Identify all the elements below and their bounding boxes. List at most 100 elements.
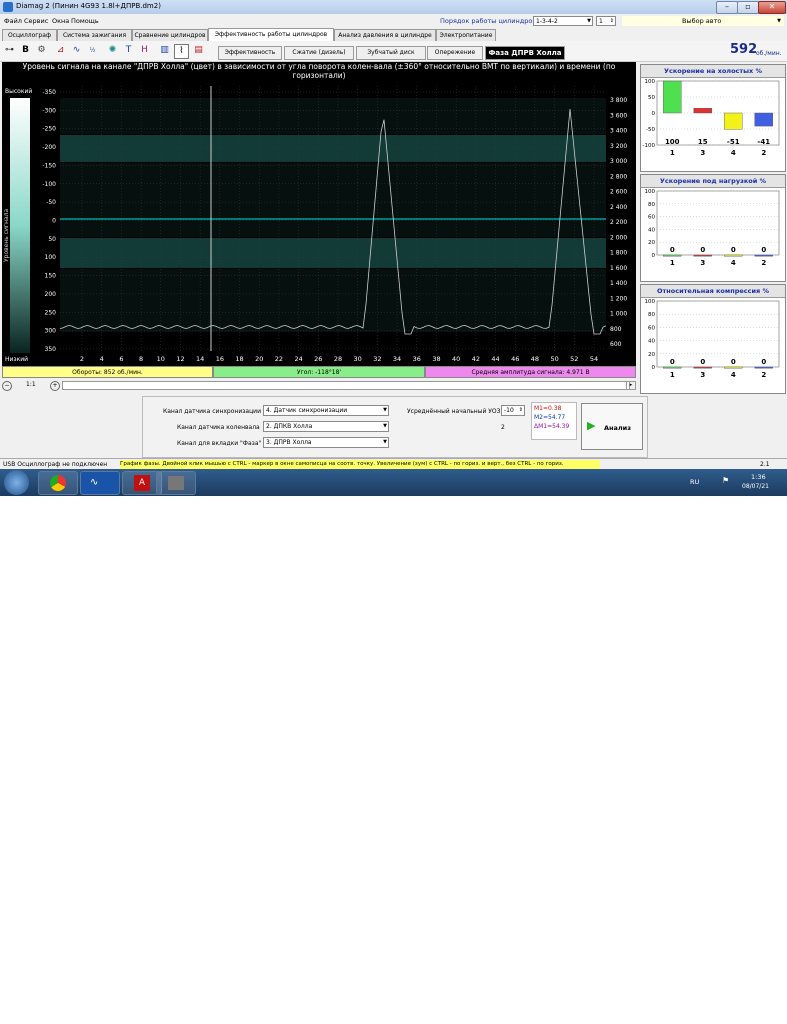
- sync-channel-select[interactable]: 4. Датчик синхронизации ▼: [263, 405, 389, 416]
- subtab-efficiency[interactable]: Эффективность: [218, 46, 282, 60]
- scroll-right-icon[interactable]: ▸: [626, 381, 636, 390]
- tab-oscilloscope[interactable]: Осциллограф: [2, 29, 57, 41]
- cylinder-spin[interactable]: 1 ⇕: [596, 16, 616, 26]
- trigger-icon[interactable]: ⊶: [3, 44, 16, 57]
- chart-icon[interactable]: ▤: [192, 44, 205, 57]
- y-left-tick: -250: [42, 126, 56, 133]
- tab-pressure-analysis[interactable]: Анализ давления в цилиндре: [334, 29, 436, 41]
- panel-y-tick: -50: [646, 127, 655, 133]
- y-right-tick: 800: [610, 326, 622, 333]
- y-left-tick: -300: [42, 107, 56, 114]
- language-indicator[interactable]: RU: [690, 478, 699, 486]
- t-icon[interactable]: T: [122, 44, 135, 57]
- cylinder-order-select[interactable]: 1-3-4-2 ▼: [533, 16, 593, 26]
- sun-icon[interactable]: ✺: [106, 44, 119, 57]
- y-right-tick: 3 600: [610, 112, 627, 119]
- explorer-icon[interactable]: [156, 471, 196, 495]
- tab-cylinder-compare[interactable]: Сравнение цилиндров: [132, 29, 208, 41]
- x-tick: 54: [590, 355, 598, 363]
- maximize-button[interactable]: ▫: [737, 1, 759, 14]
- x-tick: 8: [139, 355, 143, 363]
- cylinder-bar-value: 0: [670, 358, 675, 366]
- load-acceleration-panel: Ускорение под нагрузкой % 100 80 60 40 20 0 0 1…: [640, 174, 786, 282]
- panel-y-tick: -100: [643, 143, 656, 149]
- signal-band: [60, 238, 606, 268]
- cylinder-label: 3: [700, 259, 705, 267]
- uoz-spin[interactable]: -10 ⇕: [501, 405, 525, 416]
- cylinder-label: 4: [731, 149, 736, 157]
- panel-y-tick: 0: [652, 365, 656, 371]
- y-right-tick: 3 400: [610, 128, 627, 135]
- x-tick: 42: [472, 355, 480, 363]
- wave-icon[interactable]: ∿: [70, 44, 83, 57]
- chrome-icon[interactable]: [38, 471, 78, 495]
- menu-service[interactable]: Сервис: [24, 17, 48, 25]
- y-left-tick: -350: [42, 89, 56, 96]
- crank-channel-select[interactable]: 2. ДПКВ Холла ▼: [263, 421, 389, 432]
- tray-flag-icon[interactable]: ⚑: [722, 476, 729, 485]
- legend-axis-label: Уровень сигнала: [3, 208, 10, 262]
- angle-status: Угол: -118°18': [213, 366, 425, 378]
- subtab-compression[interactable]: Сжатие (дизель): [284, 46, 354, 60]
- panel-y-tick: 80: [648, 312, 655, 318]
- toolbar: ⊶ B ⚙ ⊿ ∿ ½ ✺ T H ▥ ⌇ ▤ Эффективность Сж…: [0, 41, 787, 62]
- clock-time: 1:36: [751, 473, 766, 481]
- cylinder-bar: [663, 80, 682, 114]
- minimize-button[interactable]: –: [716, 1, 738, 14]
- zoom-out-icon[interactable]: −: [2, 381, 12, 391]
- y-left-tick: -200: [42, 144, 56, 151]
- panel-y-tick: 60: [648, 325, 655, 331]
- panel-y-tick: 0: [652, 253, 656, 259]
- graph-icon[interactable]: ⊿: [54, 44, 67, 57]
- subtab-toothed-disk[interactable]: Зубчатый диск: [356, 46, 426, 60]
- close-button[interactable]: ✕: [758, 1, 786, 14]
- app-window: Diamag 2 (Пинин 4G93 1.8l+ДПРВ.dm2) – ▫ …: [0, 0, 787, 496]
- panel-y-tick: 100: [645, 299, 656, 305]
- uoz-label: Усреднённый начальный УОЗ: [407, 408, 501, 415]
- horizontal-scrollbar[interactable]: [62, 381, 630, 390]
- x-tick: 52: [570, 355, 578, 363]
- spin-arrows-icon: ⇕: [609, 18, 614, 24]
- subtab-advance[interactable]: Опережение: [427, 46, 483, 60]
- scope-icon[interactable]: ⌇: [174, 44, 189, 59]
- y-left-tick: -100: [42, 181, 56, 188]
- title-bar: Diamag 2 (Пинин 4G93 1.8l+ДПРВ.dm2) – ▫ …: [0, 0, 787, 14]
- menu-windows[interactable]: Окна: [52, 17, 69, 25]
- phase-chart[interactable]: Уровень сигнала на канале "ДПРВ Холла" (…: [2, 62, 636, 366]
- tab-power[interactable]: Электропитание: [436, 29, 496, 41]
- cylinder-label: 3: [700, 149, 705, 157]
- cylinder-label: 3: [700, 371, 705, 379]
- tab-ignition[interactable]: Система зажигания: [57, 29, 132, 41]
- chart-status-bars: Обороты: 852 об./мин. Угол: -118°18' Сре…: [2, 366, 636, 378]
- zoom-in-icon[interactable]: +: [50, 381, 60, 391]
- x-tick: 36: [413, 355, 421, 363]
- gear-icon[interactable]: ⚙: [35, 44, 48, 57]
- y-right-tick: 600: [610, 341, 622, 348]
- y-right-tick: 2 400: [610, 204, 627, 211]
- phase-channel-select[interactable]: 3. ДПРВ Холла ▼: [263, 437, 389, 448]
- hint-text: График фазы. Двойной клик мышью с CTRL -…: [120, 460, 600, 469]
- chevron-down-icon: ▼: [777, 18, 781, 24]
- analyze-button[interactable]: ▶ Анализ: [581, 403, 643, 450]
- y-left-tick: -150: [42, 162, 56, 169]
- h-icon[interactable]: H: [138, 44, 151, 57]
- phase-chart-svg: Высокий Низкий Уровень сигнала -350-300-…: [3, 86, 627, 363]
- chevron-down-icon: ▼: [383, 423, 387, 429]
- y-right-tick: 2 800: [610, 173, 627, 180]
- fraction-icon[interactable]: ½: [86, 44, 99, 57]
- x-tick: 26: [314, 355, 322, 363]
- signal-dark-zone: [60, 163, 606, 237]
- menu-help[interactable]: Помощь: [71, 17, 99, 25]
- menu-file[interactable]: Файл: [4, 17, 22, 25]
- subtab-hall-phase[interactable]: Фаза ДПРВ Холла: [485, 46, 565, 60]
- sync-channel-value: 4. Датчик синхронизации: [266, 407, 348, 414]
- y-right-axis: 3 800 3 600 3 400 3 200 3 000 2 800 2 600 2 400…: [610, 97, 627, 348]
- x-tick: 12: [176, 355, 184, 363]
- tab-cylinder-efficiency[interactable]: Эффективность работы цилиндров: [208, 28, 334, 41]
- auto-select[interactable]: Выбор авто ▼: [622, 16, 784, 26]
- bars-icon[interactable]: ▥: [158, 44, 171, 57]
- cylinder-label: 2: [761, 149, 766, 157]
- diamag-icon[interactable]: ∿: [80, 471, 120, 495]
- b-icon[interactable]: B: [19, 44, 32, 57]
- start-button[interactable]: [4, 470, 29, 495]
